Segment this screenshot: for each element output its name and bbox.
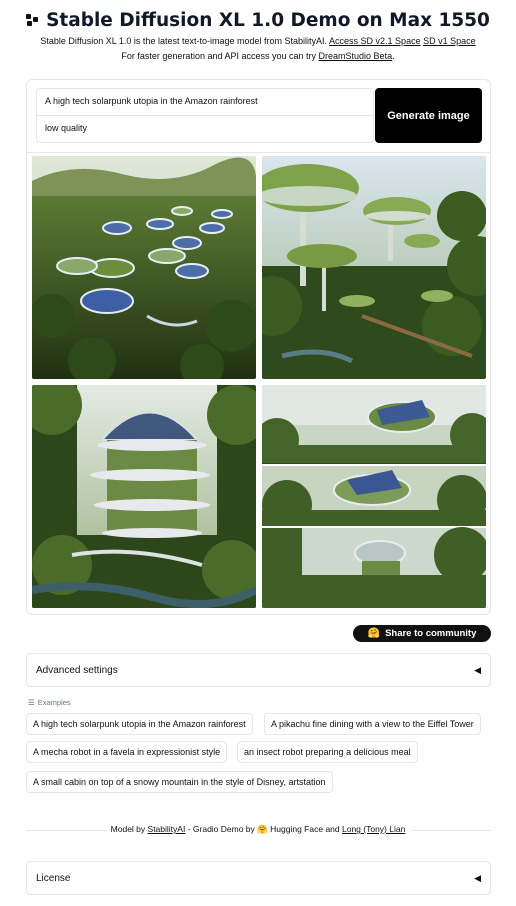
stability-link[interactable]: StabilityAI [148,824,186,834]
example-chip[interactable]: A small cabin on top of a snowy mountain… [26,771,333,793]
stability-logo-icon [26,14,39,26]
faster-note: For faster generation and API access you… [121,51,395,61]
hugging-face-icon: 🤗 [367,628,381,639]
advanced-settings-accordion[interactable]: Advanced settings ◀ [26,653,491,687]
page-title: Stable Diffusion XL 1.0 Demo on Max 1550 [0,9,516,31]
page-title-text: Stable Diffusion XL 1.0 Demo on Max 1550 [46,9,490,31]
dreamstudio-link[interactable]: DreamStudio Beta [319,51,393,61]
description: Stable Diffusion XL 1.0 is the latest te… [40,36,476,46]
share-to-community-button[interactable]: 🤗 Share to community [353,625,491,642]
main-panel: A high tech solarpunk utopia in the Amaz… [26,79,491,615]
generate-button[interactable]: Generate image [375,88,482,143]
footer: Model by StabilityAI - Gradio Demo by 🤗 … [110,824,406,834]
license-label: License [36,872,71,884]
sd21-link[interactable]: Access SD v2.1 Space [329,36,421,46]
examples-header: ☰ Examples [28,698,71,707]
hugging-face-icon: 🤗 [257,824,268,834]
image-gallery [32,156,487,610]
header: Stable Diffusion XL 1.0 Demo on Max 1550… [0,0,516,63]
panel-divider [27,152,490,153]
license-accordion[interactable]: License ◀ [26,861,491,895]
generated-image-2[interactable] [262,156,486,379]
list-icon: ☰ [28,698,35,707]
prompt-input[interactable]: A high tech solarpunk utopia in the Amaz… [37,89,373,116]
negative-prompt-input[interactable]: low quality [37,116,373,143]
example-chip[interactable]: an insect robot preparing a delicious me… [237,741,418,763]
prompt-area: A high tech solarpunk utopia in the Amaz… [36,88,374,143]
collapse-arrow-icon: ◀ [474,872,481,883]
generated-image-3[interactable] [32,385,256,608]
advanced-settings-label: Advanced settings [36,664,118,676]
example-chip[interactable]: A pikachu fine dining with a view to the… [264,713,481,735]
sd1-link[interactable]: SD v1 Space [423,36,476,46]
author-link[interactable]: Long (Tony) Lian [342,824,405,834]
collapse-arrow-icon: ◀ [474,664,481,675]
generated-image-4[interactable] [262,385,486,608]
example-chip[interactable]: A mecha robot in a favela in expressioni… [26,741,228,763]
generated-image-1[interactable] [32,156,256,379]
example-chip[interactable]: A high tech solarpunk utopia in the Amaz… [26,713,253,735]
